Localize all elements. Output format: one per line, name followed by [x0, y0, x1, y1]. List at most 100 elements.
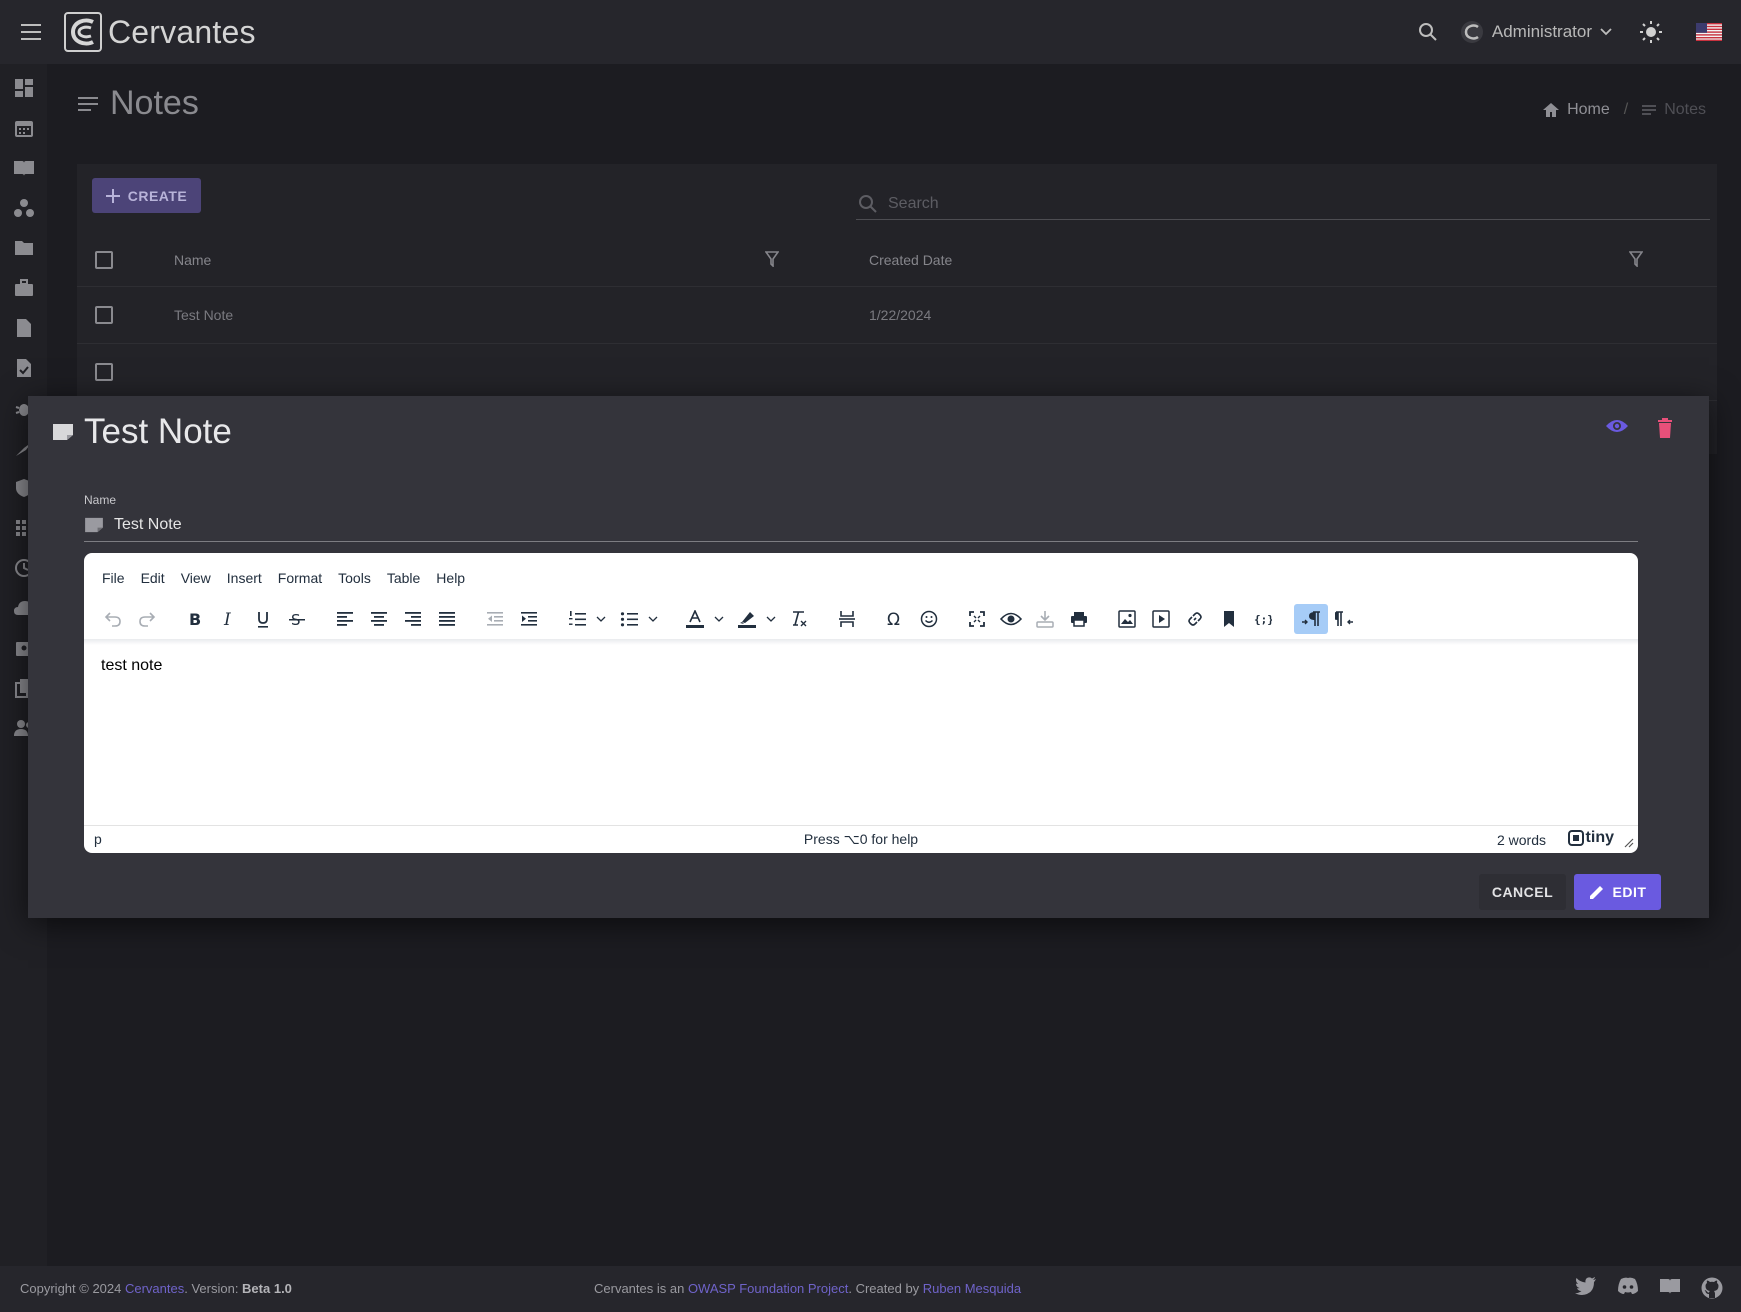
tiny-logo[interactable]: tiny — [1567, 829, 1614, 847]
github-icon[interactable] — [1701, 1277, 1723, 1299]
redo-icon[interactable] — [130, 604, 164, 634]
menu-insert[interactable]: Insert — [219, 570, 270, 586]
left-to-right-icon[interactable] — [1294, 604, 1328, 634]
row-name: Test Note — [174, 307, 234, 323]
user-menu[interactable]: Administrator — [1460, 20, 1612, 44]
page-break-icon[interactable] — [830, 604, 864, 634]
menu-table[interactable]: Table — [379, 570, 428, 586]
menu-help[interactable]: Help — [428, 570, 473, 586]
bullet-list-icon[interactable] — [612, 604, 646, 634]
twitter-icon[interactable] — [1575, 1277, 1597, 1295]
sidebar-calendar-icon[interactable] — [0, 108, 47, 148]
bookmark-anchor-icon[interactable] — [1212, 604, 1246, 634]
sidebar-document-icon[interactable] — [0, 308, 47, 348]
underline-icon[interactable] — [246, 604, 280, 634]
column-name[interactable]: Name — [174, 252, 211, 268]
resize-handle-icon[interactable] — [1624, 838, 1634, 848]
menu-edit[interactable]: Edit — [133, 570, 173, 586]
filter-icon[interactable] — [765, 251, 779, 267]
create-button[interactable]: CREATE — [92, 178, 201, 213]
name-field[interactable]: Test Note — [84, 509, 1638, 542]
breadcrumb-current: Notes — [1664, 101, 1706, 118]
sidebar-clients-icon[interactable] — [0, 188, 47, 228]
insert-media-icon[interactable] — [1144, 604, 1178, 634]
breadcrumb: Home / Notes — [1543, 101, 1706, 119]
footer-author-link[interactable]: Ruben Mesquida — [923, 1281, 1021, 1296]
chevron-down-icon[interactable] — [712, 604, 726, 634]
numbered-list-icon[interactable] — [560, 604, 594, 634]
svg-text:B: B — [189, 611, 201, 627]
save-download-icon[interactable] — [1028, 604, 1062, 634]
select-all-checkbox[interactable] — [95, 251, 113, 269]
search-input[interactable]: Search — [856, 188, 1710, 220]
editor-menubar: File Edit View Insert Format Tools Table… — [94, 563, 473, 593]
table-row[interactable]: Test Note 1/22/2024 — [77, 287, 1717, 344]
row-checkbox[interactable] — [95, 363, 113, 381]
breadcrumb-home[interactable]: Home — [1567, 101, 1610, 119]
menu-view[interactable]: View — [173, 570, 219, 586]
language-flag-icon[interactable] — [1696, 23, 1722, 41]
print-icon[interactable] — [1062, 604, 1096, 634]
italic-icon[interactable]: I — [212, 604, 246, 634]
editor-statusbar: p Press ⌥0 for help 2 words tiny — [84, 825, 1638, 853]
sidebar-folder-icon[interactable] — [0, 228, 47, 268]
code-sample-icon[interactable]: {;} — [1246, 604, 1280, 634]
fullscreen-icon[interactable] — [960, 604, 994, 634]
filter-icon[interactable] — [1629, 251, 1643, 267]
special-character-omega-icon[interactable]: Ω — [878, 604, 912, 634]
menu-tools[interactable]: Tools — [330, 570, 379, 586]
page-title: Notes — [110, 84, 199, 122]
discord-icon[interactable] — [1617, 1277, 1639, 1295]
highlight-color-icon[interactable] — [730, 604, 764, 634]
align-justify-icon[interactable] — [430, 604, 464, 634]
footer: Copyright © 2024 Cervantes. Version: Bet… — [0, 1266, 1741, 1312]
table-row[interactable] — [77, 344, 1717, 401]
cancel-button[interactable]: CANCEL — [1479, 874, 1566, 910]
sidebar-checklist-icon[interactable] — [0, 348, 47, 388]
clear-formatting-icon[interactable] — [782, 604, 816, 634]
insert-link-icon[interactable] — [1178, 604, 1212, 634]
emoji-icon[interactable] — [912, 604, 946, 634]
insert-image-icon[interactable] — [1110, 604, 1144, 634]
row-checkbox[interactable] — [95, 306, 113, 324]
note-icon — [85, 517, 103, 533]
align-right-icon[interactable] — [396, 604, 430, 634]
footer-app-link[interactable]: Cervantes — [125, 1281, 184, 1296]
align-center-icon[interactable] — [362, 604, 396, 634]
plus-icon — [105, 188, 120, 203]
search-icon[interactable] — [1418, 22, 1438, 42]
delete-trash-icon[interactable] — [1657, 418, 1673, 438]
create-label: CREATE — [127, 187, 188, 204]
right-to-left-icon[interactable] — [1328, 604, 1362, 634]
menu-file[interactable]: File — [94, 570, 133, 586]
editor-content[interactable]: test note — [101, 657, 162, 675]
docs-book-icon[interactable] — [1659, 1277, 1681, 1295]
app-logo[interactable]: Cervantes — [64, 12, 256, 52]
strikethrough-icon[interactable]: S — [280, 604, 314, 634]
chevron-down-icon[interactable] — [764, 604, 778, 634]
indent-icon[interactable] — [512, 604, 546, 634]
menu-format[interactable]: Format — [270, 570, 330, 586]
outdent-icon[interactable] — [478, 604, 512, 634]
edit-button[interactable]: EDIT — [1574, 874, 1661, 910]
text-color-icon[interactable] — [678, 604, 712, 634]
footer-owasp-link[interactable]: OWASP Foundation Project — [688, 1281, 848, 1296]
sidebar-briefcase-icon[interactable] — [0, 268, 47, 308]
sidebar-book-icon[interactable] — [0, 148, 47, 188]
theme-toggle-sun-icon[interactable] — [1640, 21, 1662, 43]
undo-icon[interactable] — [96, 604, 130, 634]
search-icon — [859, 194, 877, 213]
view-eye-icon[interactable] — [1605, 418, 1629, 434]
bold-icon[interactable]: B — [178, 604, 212, 634]
tiny-brand-icon — [1567, 830, 1584, 846]
sidebar-dashboard-icon[interactable] — [0, 68, 47, 108]
column-created-date[interactable]: Created Date — [869, 252, 952, 268]
chevron-down-icon[interactable] — [646, 604, 660, 634]
breadcrumb-separator: / — [1623, 101, 1629, 118]
chevron-down-icon[interactable] — [594, 604, 608, 634]
word-count[interactable]: 2 words — [1497, 832, 1546, 848]
align-left-icon[interactable] — [328, 604, 362, 634]
menu-icon[interactable] — [0, 0, 64, 64]
edit-label: EDIT — [1612, 884, 1647, 900]
preview-eye-icon[interactable] — [994, 604, 1028, 634]
